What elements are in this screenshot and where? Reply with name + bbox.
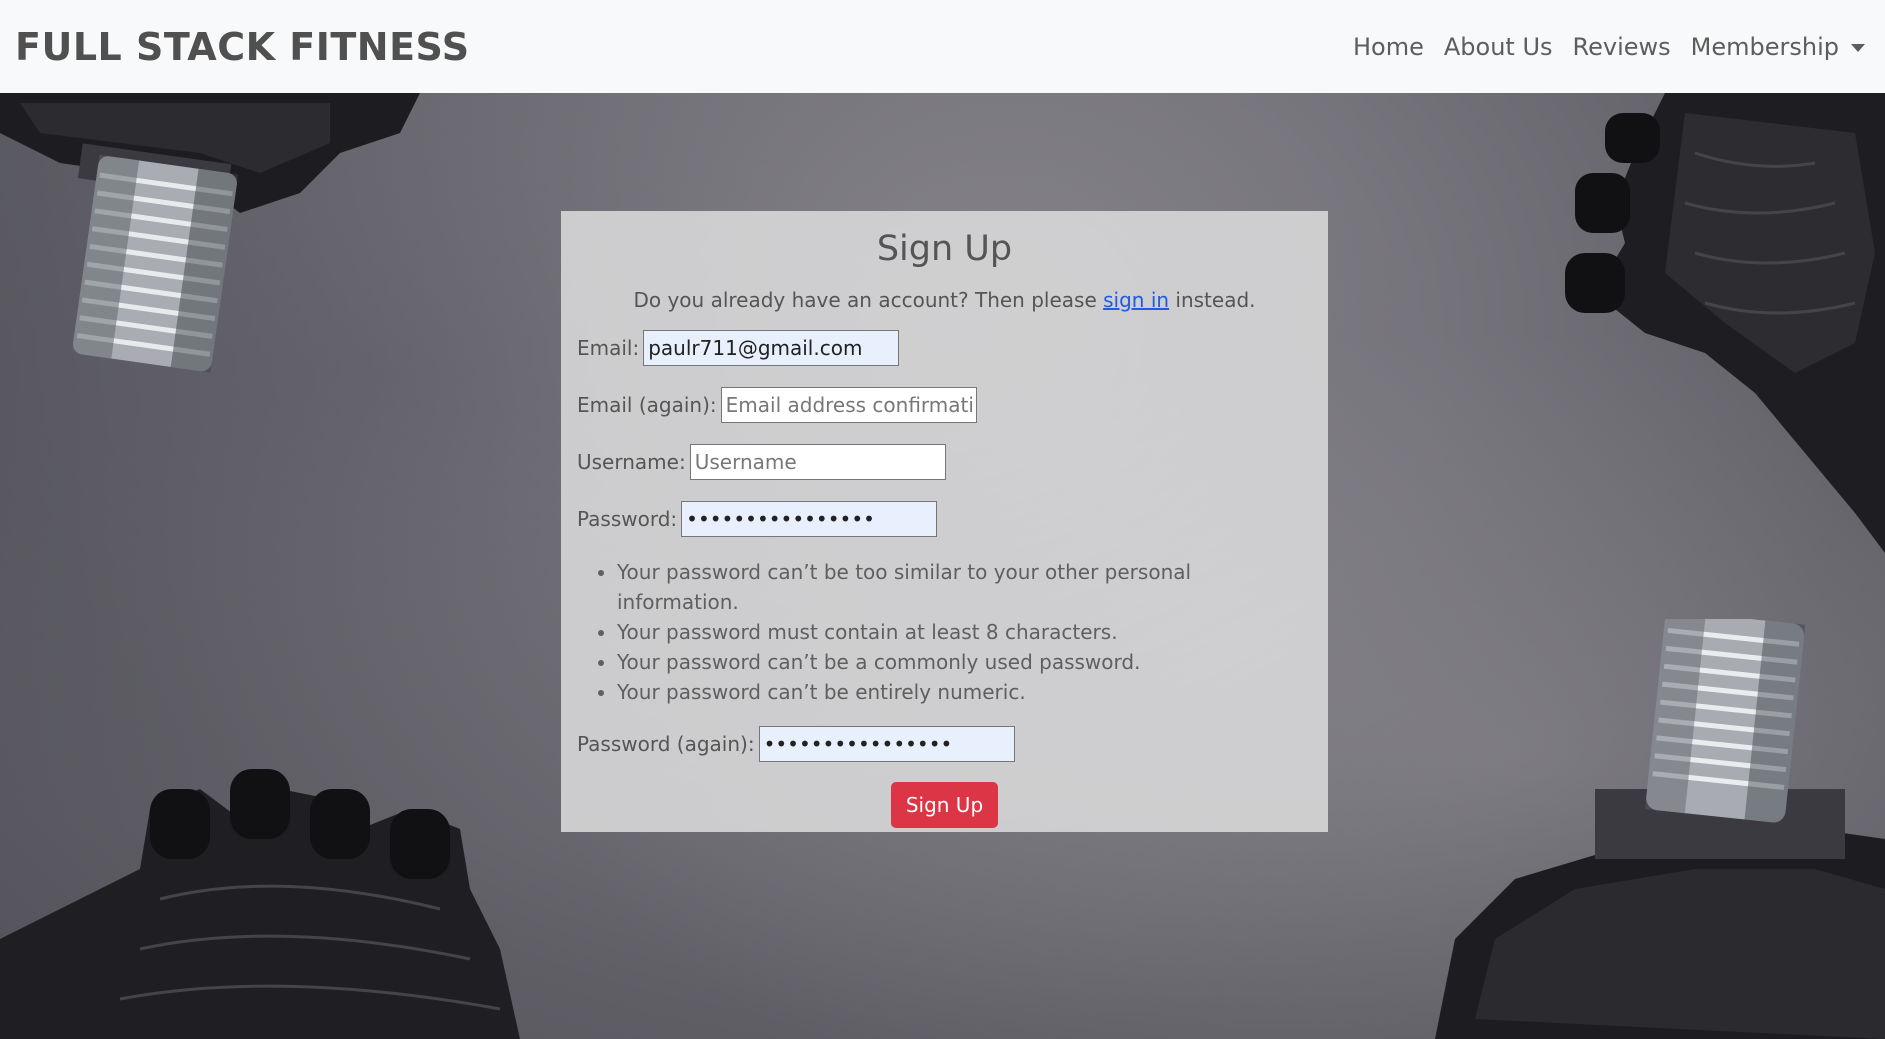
dumbbell-image-top-left [0,93,420,373]
username-field[interactable] [689,444,946,480]
username-row: Username: [577,444,1312,480]
signin-prompt: Do you already have an account? Then ple… [577,287,1312,313]
username-label: Username: [577,450,686,474]
email-label: Email: [577,336,640,360]
dumbbell-image-bottom-right [1435,619,1885,1039]
membership-dropdown-label: Membership [1690,32,1839,61]
password-help-item: Your password can’t be too similar to yo… [617,557,1312,617]
email-again-field[interactable] [720,387,977,423]
email-field[interactable] [643,330,900,366]
brand-logo[interactable]: FULL STACK FITNESS [15,25,470,69]
email-row: Email: [577,330,1312,366]
password-help-list: Your password can’t be too similar to yo… [577,557,1312,707]
membership-dropdown[interactable]: Membership [1691,33,1865,61]
submit-wrap: Sign Up [577,782,1312,828]
nav-link-about-us[interactable]: About Us [1444,33,1553,61]
glove-image-bottom-left [0,769,520,1039]
nav-links: Home About Us Reviews Membership [1333,33,1865,61]
email-again-label: Email (again): [577,393,717,417]
caret-down-icon [1851,43,1865,52]
password-field[interactable] [681,501,938,537]
password-again-field[interactable] [758,726,1015,762]
password-help-item: Your password can’t be entirely numeric. [617,677,1312,707]
signin-prompt-text-before: Do you already have an account? Then ple… [633,288,1104,312]
password-help-item: Your password must contain at least 8 ch… [617,617,1312,647]
glove-image-top-right [1565,93,1885,553]
password-row: Password: [577,501,1312,537]
sign-in-link[interactable]: sign in [1103,288,1169,312]
signup-card: Sign Up Do you already have an account? … [561,211,1328,832]
nav-link-reviews[interactable]: Reviews [1573,33,1671,61]
email-again-row: Email (again): [577,387,1312,423]
nav-link-home[interactable]: Home [1353,33,1424,61]
password-label: Password: [577,507,678,531]
password-help-item: Your password can’t be a commonly used p… [617,647,1312,677]
password-again-label: Password (again): [577,732,755,756]
page-title: Sign Up [876,229,1013,269]
sign-up-button[interactable]: Sign Up [890,782,999,828]
signin-prompt-text-after: instead. [1169,288,1256,312]
navbar: FULL STACK FITNESS Home About Us Reviews… [0,0,1885,93]
password-again-row: Password (again): [577,726,1312,762]
